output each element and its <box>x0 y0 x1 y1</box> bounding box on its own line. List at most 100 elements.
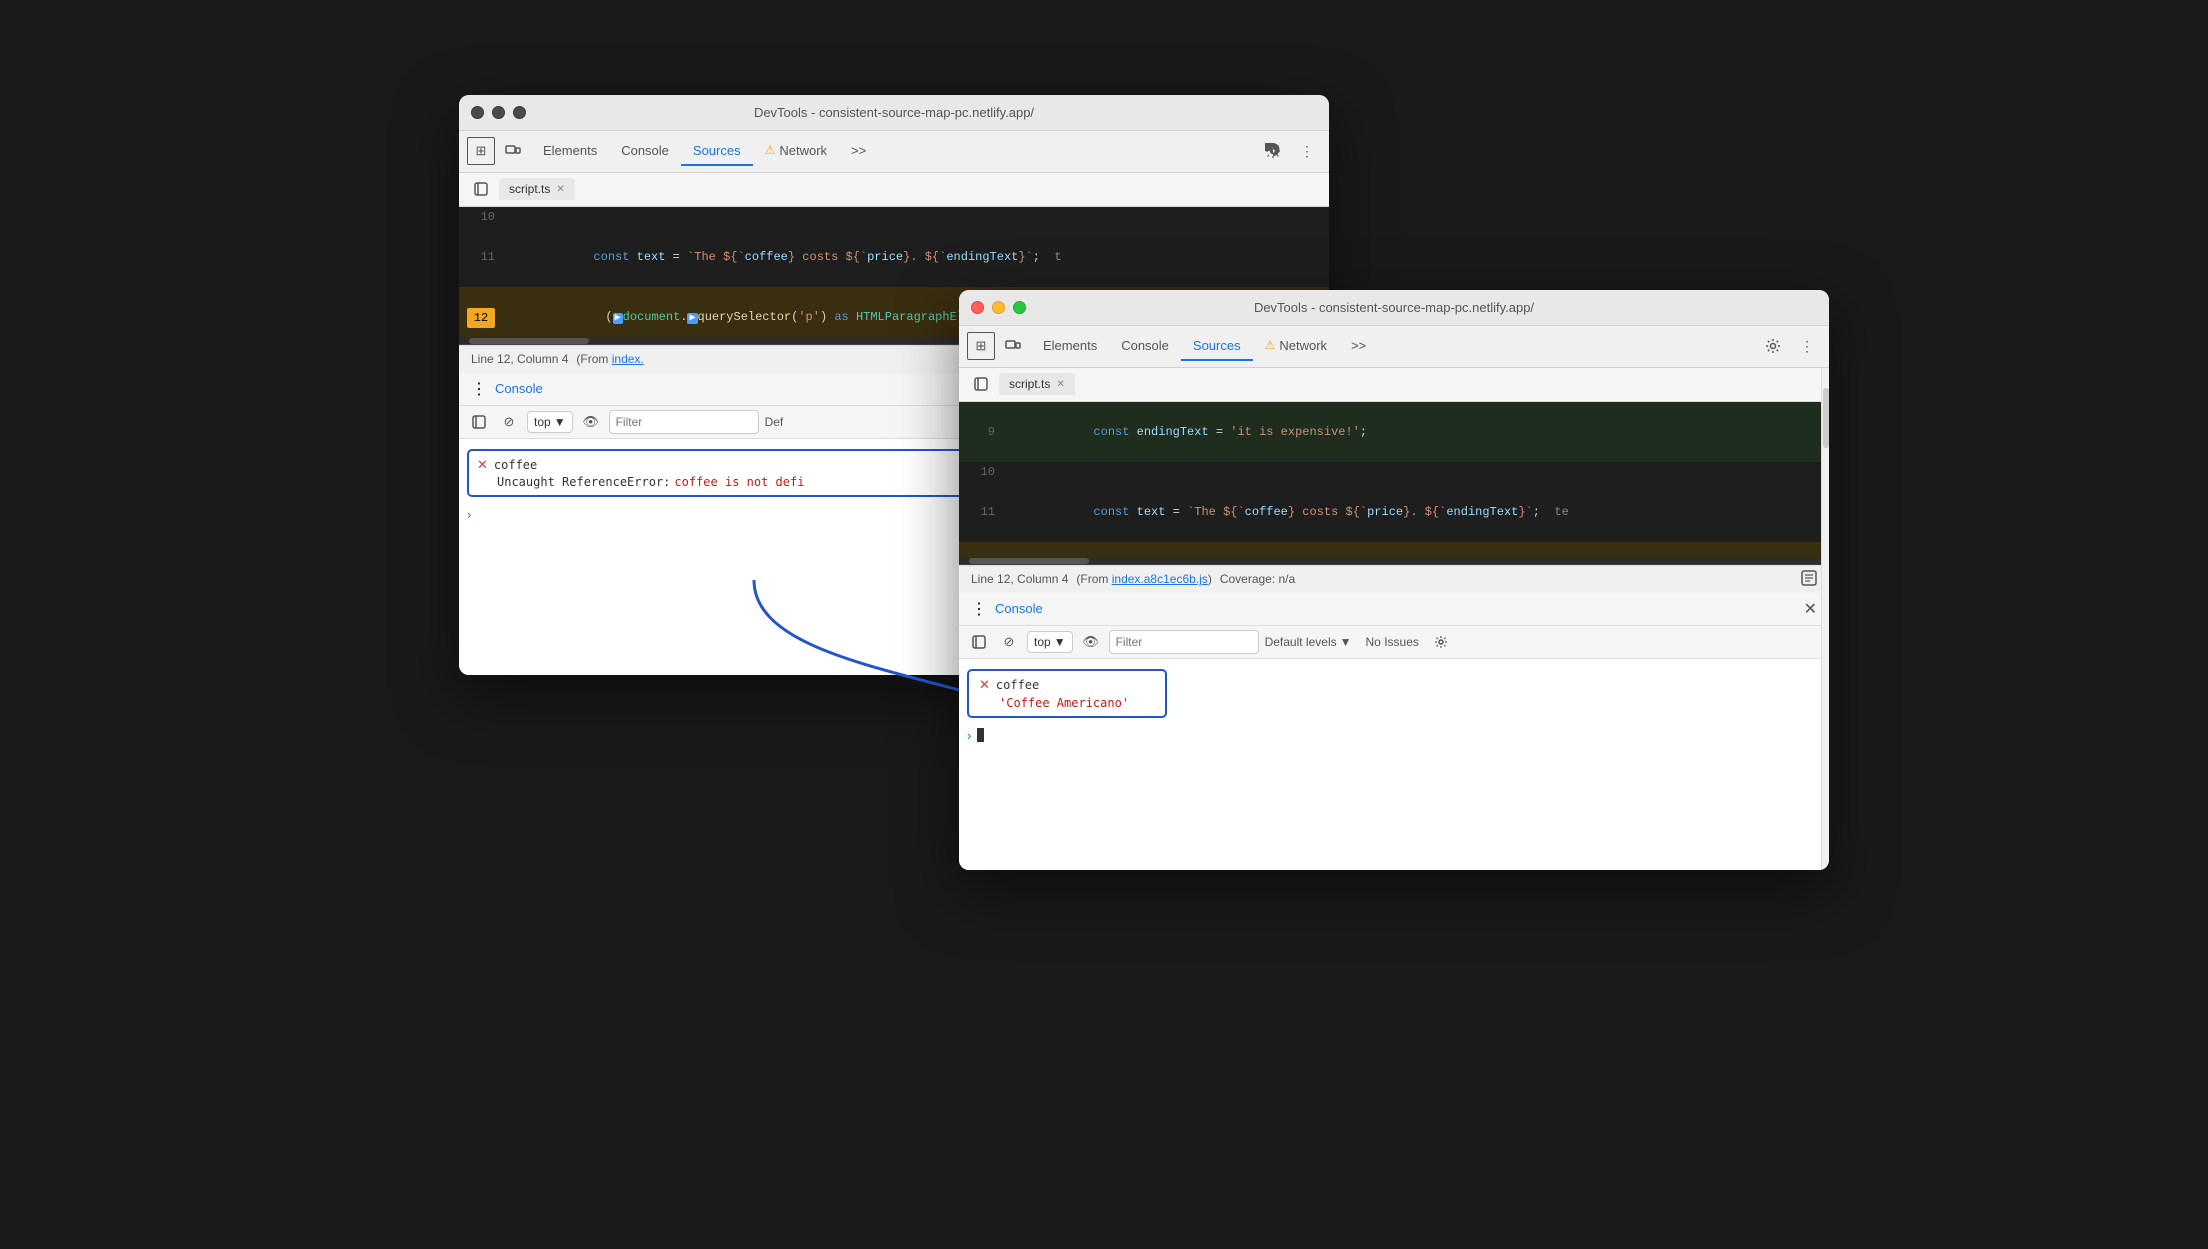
filter-input-front[interactable] <box>1109 630 1259 654</box>
scene: DevTools - consistent-source-map-pc.netl… <box>404 75 1804 1175</box>
more-icon-front[interactable]: ⋮ <box>1793 332 1821 360</box>
console-toolbar-front: ⊘ top ▼ 👁 Default levels ▼ No Issues <box>959 626 1829 659</box>
settings-icon-front[interactable] <box>1759 332 1787 360</box>
code-line-10-front: 10 <box>959 462 1829 482</box>
eye-icon-back[interactable]: 👁 <box>579 410 603 434</box>
panel-toggle-back[interactable] <box>467 175 495 203</box>
status-bar-front: Line 12, Column 4 (From index.a8c1ec6b.j… <box>959 565 1829 593</box>
code-area-front: 9 const endingText = 'it is expensive!';… <box>959 402 1829 557</box>
error-x-icon-front: ✕ <box>979 677 990 693</box>
console-entry-row1-front: ✕ coffee <box>979 677 1155 693</box>
file-tab-name-back: script.ts <box>509 182 550 196</box>
console-title-front: Console <box>995 601 1043 616</box>
coverage-info-front: Coverage: n/a <box>1220 572 1295 586</box>
tab-console-back[interactable]: Console <box>609 137 681 166</box>
console-section-front: ⋮ Console ✕ ⊘ top ▼ <box>959 593 1829 870</box>
source-map-link-back[interactable]: index. <box>612 352 644 366</box>
toolbar-back: ⊞ Elements Console Sources ⚠ Network >> <box>459 131 1329 173</box>
scrollbar-thumb-back[interactable] <box>469 338 589 344</box>
tab-bar-back: Elements Console Sources ⚠ Network >> <box>531 137 1255 166</box>
file-tab-script-back[interactable]: script.ts ✕ <box>499 178 575 200</box>
console-entry-value-row: 'Coffee Americano' <box>979 695 1155 710</box>
code-line-9-front: 9 const endingText = 'it is expensive!'; <box>959 402 1829 462</box>
vertical-scrollbar-front[interactable] <box>1821 368 1829 870</box>
more-icon-back[interactable]: ⋮ <box>1293 137 1321 165</box>
prompt-chevron-back: › <box>467 507 471 522</box>
file-tab-script-front[interactable]: script.ts ✕ <box>999 373 1075 395</box>
cursor-position-back: Line 12, Column 4 <box>471 352 568 366</box>
device-toggle-front[interactable] <box>999 332 1027 360</box>
cursor-position-front: Line 12, Column 4 <box>971 572 1068 586</box>
filter-input-back[interactable] <box>609 410 759 434</box>
settings-icon-back[interactable] <box>1259 137 1287 165</box>
top-dropdown-front[interactable]: top ▼ <box>1027 631 1073 653</box>
error-x-icon-back: ✕ <box>477 457 488 473</box>
tab-sources-back[interactable]: Sources <box>681 137 753 166</box>
scrollbar-thumb-front[interactable] <box>969 558 1089 564</box>
file-tab-name-front: script.ts <box>1009 377 1050 391</box>
panel-toggle-front[interactable] <box>967 370 995 398</box>
default-levels-front[interactable]: Default levels ▼ <box>1265 635 1352 649</box>
error-text-back: Uncaught ReferenceError: <box>497 475 670 489</box>
clear-console-back[interactable] <box>467 410 491 434</box>
file-tab-close-back[interactable]: ✕ <box>556 184 564 195</box>
tab-network-back[interactable]: ⚠ Network <box>753 137 839 166</box>
vertical-scrollbar-thumb-front[interactable] <box>1823 388 1829 448</box>
error-detail-back: coffee is not defi <box>674 475 804 489</box>
console-close-front[interactable]: ✕ <box>1804 599 1817 619</box>
console-dots-front[interactable]: ⋮ <box>971 599 987 619</box>
scrollbar-horizontal-front[interactable] <box>959 557 1829 565</box>
tab-network-front[interactable]: ⚠ Network <box>1253 332 1339 361</box>
console-entry-highlighted-front: ✕ coffee 'Coffee Americano' <box>967 669 1167 718</box>
console-header-left: ⋮ Console <box>971 599 1043 619</box>
device-toggle-back[interactable] <box>499 137 527 165</box>
code-line-12-front: 12 (▶document.▶querySelector('p') as HTM… <box>959 542 1829 557</box>
code-line-11-back: 11 const text = `The ${`coffee} costs ${… <box>459 227 1329 287</box>
fullscreen-button-back[interactable] <box>513 106 526 119</box>
cursor-front <box>977 728 984 742</box>
sidebar-toggle-back[interactable]: ⊞ <box>467 137 495 165</box>
devtools-window-front: DevTools - consistent-source-map-pc.netl… <box>959 290 1829 870</box>
clear-console-front[interactable] <box>967 630 991 654</box>
coverage-icon-front[interactable] <box>1801 570 1817 589</box>
traffic-lights-back <box>471 106 526 119</box>
console-prompt-front: › <box>959 724 1829 747</box>
traffic-lights-front <box>971 301 1026 314</box>
file-tabbar-front: script.ts ✕ <box>959 368 1829 402</box>
code-line-11-front: 11 const text = `The ${`coffee} costs ${… <box>959 482 1829 542</box>
console-dots-back[interactable]: ⋮ <box>471 379 487 399</box>
top-dropdown-back[interactable]: top ▼ <box>527 411 573 433</box>
console-entry-wrapper-front: ✕ coffee 'Coffee Americano' <box>967 669 1821 718</box>
titlebar-back: DevTools - consistent-source-map-pc.netl… <box>459 95 1329 131</box>
close-button-back[interactable] <box>471 106 484 119</box>
titlebar-title-front: DevTools - consistent-source-map-pc.netl… <box>959 300 1829 315</box>
console-entry-value-front: 'Coffee Americano' <box>999 696 1129 710</box>
settings-console-front[interactable] <box>1429 630 1453 654</box>
tab-console-front[interactable]: Console <box>1109 332 1181 361</box>
fullscreen-button-front[interactable] <box>1013 301 1026 314</box>
titlebar-front: DevTools - consistent-source-map-pc.netl… <box>959 290 1829 326</box>
minimize-button-front[interactable] <box>992 301 1005 314</box>
file-tab-close-front[interactable]: ✕ <box>1056 379 1064 390</box>
tab-bar-front: Elements Console Sources ⚠ Network >> <box>1031 332 1755 361</box>
toolbar-right-back: ⋮ <box>1259 137 1321 165</box>
eye-icon-front[interactable]: 👁 <box>1079 630 1103 654</box>
sidebar-toggle-front[interactable]: ⊞ <box>967 332 995 360</box>
console-entry-label-back: coffee <box>494 458 537 472</box>
tab-sources-front[interactable]: Sources <box>1181 332 1253 361</box>
titlebar-title-back: DevTools - consistent-source-map-pc.netl… <box>459 105 1329 120</box>
tab-elements-front[interactable]: Elements <box>1031 332 1109 361</box>
tab-more-back[interactable]: >> <box>839 137 878 166</box>
block-icon-back[interactable]: ⊘ <box>497 410 521 434</box>
source-map-info-front: (From index.a8c1ec6b.js) <box>1076 572 1211 586</box>
block-icon-front[interactable]: ⊘ <box>997 630 1021 654</box>
minimize-button-back[interactable] <box>492 106 505 119</box>
file-tabbar-back: script.ts ✕ <box>459 173 1329 207</box>
default-levels-back: Def <box>765 415 784 429</box>
source-map-link-front[interactable]: index.a8c1ec6b.js <box>1112 572 1208 586</box>
code-line-10-back: 10 <box>459 207 1329 227</box>
tab-elements-back[interactable]: Elements <box>531 137 609 166</box>
tab-more-front[interactable]: >> <box>1339 332 1378 361</box>
console-entry-label-front: coffee <box>996 678 1039 692</box>
close-button-front[interactable] <box>971 301 984 314</box>
